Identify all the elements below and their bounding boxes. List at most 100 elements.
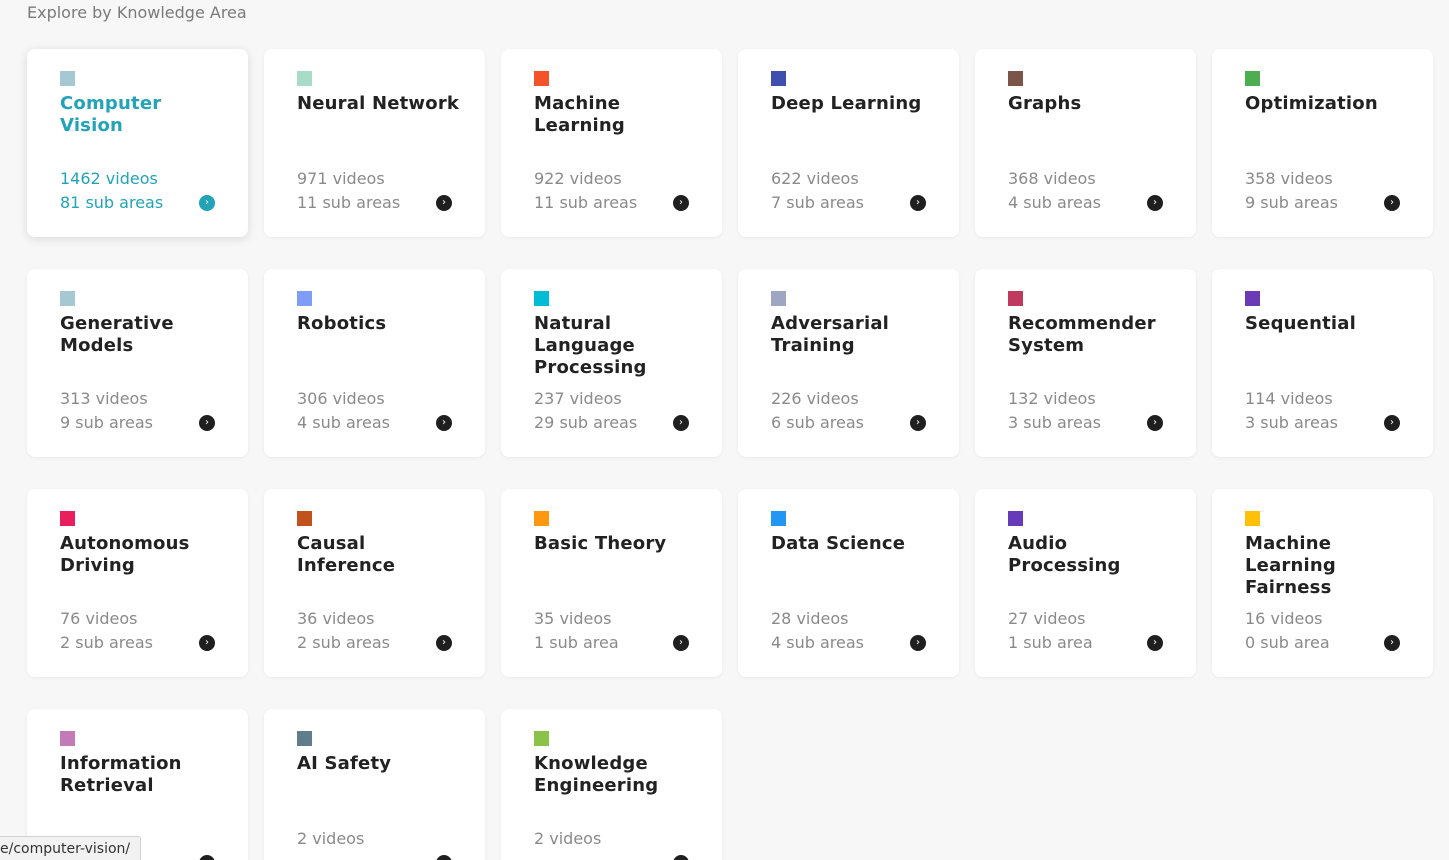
arrow-right-icon[interactable]: › xyxy=(199,415,215,431)
card-title: Natural Language Processing xyxy=(534,313,647,378)
sub-area-count: 4 sub areas xyxy=(771,633,864,652)
card-title: Adversarial Training xyxy=(771,313,890,356)
knowledge-area-card-graphs[interactable]: Graphs 368 videos 4 sub areas › xyxy=(975,49,1196,237)
arrow-right-icon[interactable]: › xyxy=(436,855,452,860)
card-title: Deep Learning xyxy=(771,93,922,114)
sub-area-count: 9 sub areas xyxy=(1245,193,1338,212)
sub-area-count: 4 sub areas xyxy=(1008,193,1101,212)
knowledge-area-grid: Computer Vision 1462 videos 81 sub areas › N… xyxy=(27,49,1433,860)
color-swatch xyxy=(60,731,75,746)
video-count: 622 videos xyxy=(771,169,859,188)
knowledge-area-card-causal-inference[interactable]: Causal Inference 36 videos 2 sub areas › xyxy=(264,489,485,677)
color-swatch xyxy=(1245,71,1260,86)
arrow-right-icon[interactable]: › xyxy=(1384,195,1400,211)
color-swatch xyxy=(1245,511,1260,526)
color-swatch xyxy=(297,71,312,86)
card-title: Basic Theory xyxy=(534,533,667,554)
knowledge-area-card-neural-network[interactable]: Neural Network 971 videos 11 sub areas › xyxy=(264,49,485,237)
arrow-right-icon[interactable]: › xyxy=(673,635,689,651)
knowledge-area-card-recommender-system[interactable]: Recommender System 132 videos 3 sub areas › xyxy=(975,269,1196,457)
color-swatch xyxy=(771,291,786,306)
color-swatch xyxy=(60,291,75,306)
video-count: 306 videos xyxy=(297,389,385,408)
color-swatch xyxy=(1008,71,1023,86)
knowledge-area-card-deep-learning[interactable]: Deep Learning 622 videos 7 sub areas › xyxy=(738,49,959,237)
video-count: 132 videos xyxy=(1008,389,1096,408)
knowledge-area-card-generative-models[interactable]: Generative Models 313 videos 9 sub areas › xyxy=(27,269,248,457)
color-swatch xyxy=(297,291,312,306)
arrow-right-icon[interactable]: › xyxy=(436,415,452,431)
video-count: 368 videos xyxy=(1008,169,1096,188)
card-title: Causal Inference xyxy=(297,533,396,576)
knowledge-area-card-knowledge-engineering[interactable]: Knowledge Engineering 2 videos › xyxy=(501,709,722,860)
knowledge-area-card-optimization[interactable]: Optimization 358 videos 9 sub areas › xyxy=(1212,49,1433,237)
sub-area-count: 11 sub areas xyxy=(297,193,401,212)
video-count: 358 videos xyxy=(1245,169,1333,188)
sub-area-count: 29 sub areas xyxy=(534,413,638,432)
color-swatch xyxy=(771,71,786,86)
knowledge-area-card-natural-language-processing[interactable]: Natural Language Processing 237 videos 29 … xyxy=(501,269,722,457)
knowledge-area-card-ai-safety[interactable]: AI Safety 2 videos › xyxy=(264,709,485,860)
card-title: Computer Vision xyxy=(60,93,162,136)
video-count: 35 videos xyxy=(534,609,612,628)
sub-area-count: 3 sub areas xyxy=(1245,413,1338,432)
knowledge-area-card-audio-processing[interactable]: Audio Processing 27 videos 1 sub area › xyxy=(975,489,1196,677)
card-title: Generative Models xyxy=(60,313,174,356)
arrow-right-icon[interactable]: › xyxy=(673,415,689,431)
card-title: Optimization xyxy=(1245,93,1378,114)
card-title: Robotics xyxy=(297,313,387,334)
knowledge-area-card-machine-learning[interactable]: Machine Learning 922 videos 11 sub areas › xyxy=(501,49,722,237)
video-count: 922 videos xyxy=(534,169,622,188)
card-title: Recommender System xyxy=(1008,313,1156,356)
arrow-right-icon[interactable]: › xyxy=(199,855,215,860)
arrow-right-icon[interactable]: › xyxy=(910,635,926,651)
card-title: AI Safety xyxy=(297,753,392,774)
arrow-right-icon[interactable]: › xyxy=(1384,415,1400,431)
arrow-right-icon[interactable]: › xyxy=(1147,415,1163,431)
color-swatch xyxy=(534,71,549,86)
sub-area-count: 9 sub areas xyxy=(60,413,153,432)
sub-area-count: 4 sub areas xyxy=(297,413,390,432)
knowledge-area-card-sequential[interactable]: Sequential 114 videos 3 sub areas › xyxy=(1212,269,1433,457)
color-swatch xyxy=(297,731,312,746)
knowledge-area-card-computer-vision[interactable]: Computer Vision 1462 videos 81 sub areas › xyxy=(27,49,248,237)
sub-area-count: 2 sub areas xyxy=(297,633,390,652)
video-count: 36 videos xyxy=(297,609,375,628)
arrow-right-icon[interactable]: › xyxy=(910,415,926,431)
arrow-right-icon[interactable]: › xyxy=(673,195,689,211)
arrow-right-icon[interactable]: › xyxy=(199,195,215,211)
color-swatch xyxy=(534,731,549,746)
knowledge-area-card-data-science[interactable]: Data Science 28 videos 4 sub areas › xyxy=(738,489,959,677)
card-title: Autonomous Driving xyxy=(60,533,190,576)
video-count: 114 videos xyxy=(1245,389,1333,408)
color-swatch xyxy=(771,511,786,526)
card-title: Machine Learning xyxy=(534,93,625,136)
sub-area-count: 81 sub areas xyxy=(60,193,164,212)
video-count: 2 videos xyxy=(297,829,365,848)
card-title: Knowledge Engineering xyxy=(534,753,659,796)
video-count: 237 videos xyxy=(534,389,622,408)
knowledge-area-card-machine-learning-fairness[interactable]: Machine Learning Fairness 16 videos 0 sub … xyxy=(1212,489,1433,677)
arrow-right-icon[interactable]: › xyxy=(673,855,689,860)
knowledge-area-card-autonomous-driving[interactable]: Autonomous Driving 76 videos 2 sub areas › xyxy=(27,489,248,677)
arrow-right-icon[interactable]: › xyxy=(1384,635,1400,651)
knowledge-area-card-robotics[interactable]: Robotics 306 videos 4 sub areas › xyxy=(264,269,485,457)
card-title: Neural Network xyxy=(297,93,460,114)
arrow-right-icon[interactable]: › xyxy=(436,635,452,651)
sub-area-count: 11 sub areas xyxy=(534,193,638,212)
video-count: 16 videos xyxy=(1245,609,1323,628)
knowledge-area-card-adversarial-training[interactable]: Adversarial Training 226 videos 6 sub area… xyxy=(738,269,959,457)
color-swatch xyxy=(1008,511,1023,526)
arrow-right-icon[interactable]: › xyxy=(436,195,452,211)
sub-area-count: 1 sub area xyxy=(534,633,619,652)
knowledge-area-card-basic-theory[interactable]: Basic Theory 35 videos 1 sub area › xyxy=(501,489,722,677)
sub-area-count: 2 sub areas xyxy=(60,633,153,652)
arrow-right-icon[interactable]: › xyxy=(1147,195,1163,211)
arrow-right-icon[interactable]: › xyxy=(910,195,926,211)
video-count: 27 videos xyxy=(1008,609,1086,628)
arrow-right-icon[interactable]: › xyxy=(199,635,215,651)
arrow-right-icon[interactable]: › xyxy=(1147,635,1163,651)
card-title: Sequential xyxy=(1245,313,1356,334)
card-title: Audio Processing xyxy=(1008,533,1121,576)
video-count: 1462 videos xyxy=(60,169,158,188)
